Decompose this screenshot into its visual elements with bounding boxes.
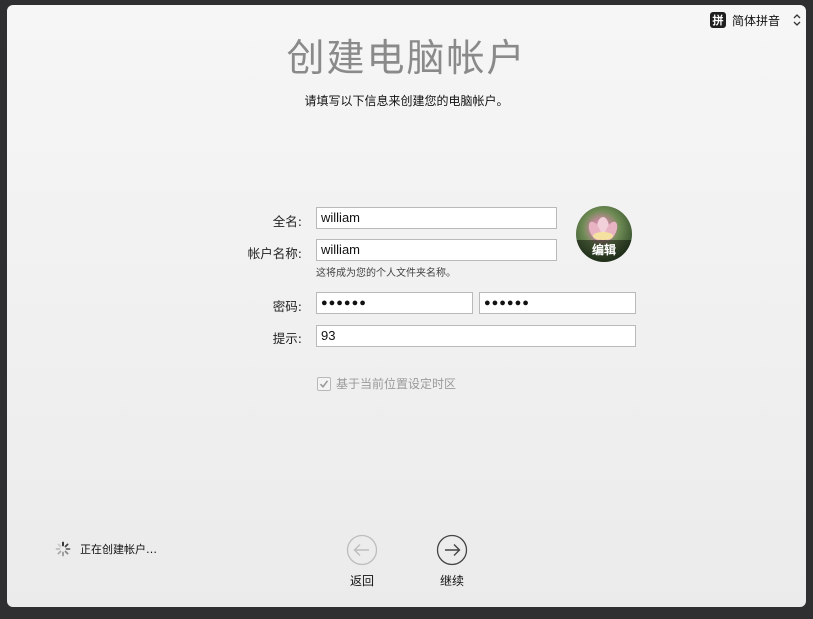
password-label: 密码: — [272, 299, 302, 314]
password-hint-label: 提示: — [272, 331, 302, 346]
timezone-checkbox-label: 基于当前位置设定时区 — [336, 377, 457, 391]
avatar-edit-button[interactable]: 编辑 — [576, 240, 632, 262]
back-label: 返回 — [349, 574, 374, 588]
status-indicator: 正在创建帐户… — [55, 541, 157, 557]
input-method-label: 简体拼音 — [731, 13, 780, 28]
arrow-left-icon — [346, 534, 378, 566]
avatar[interactable]: 编辑 — [576, 206, 632, 262]
setup-window: 拼 简体拼音 创建电脑帐户 请填写以下信息来创建您的电脑帐户。 全名: will… — [7, 5, 806, 607]
account-name-field[interactable]: william — [316, 239, 557, 261]
back-button[interactable]: 返回 — [342, 534, 382, 589]
timezone-checkbox-row[interactable]: 基于当前位置设定时区 — [317, 375, 456, 392]
fullname-label: 全名: — [272, 214, 302, 229]
pinyin-icon: 拼 — [709, 12, 726, 28]
account-name-hint: 这将成为您的个人文件夹名称。 — [316, 268, 456, 279]
page-title: 创建电脑帐户 — [286, 36, 527, 80]
arrow-right-icon — [436, 534, 468, 566]
verify-password-field[interactable]: ●●●●●● — [479, 292, 636, 314]
fullname-field[interactable]: william — [316, 207, 557, 229]
continue-label: 继续 — [439, 574, 464, 588]
timezone-checkbox[interactable] — [317, 376, 331, 391]
account-name-label: 帐户名称: — [247, 246, 302, 261]
password-hint-field[interactable]: 93 — [316, 325, 636, 347]
password-field[interactable]: ●●●●●● — [316, 292, 473, 314]
spinner-icon — [55, 541, 71, 557]
continue-button[interactable]: 继续 — [432, 534, 472, 589]
chevron-updown-icon — [793, 14, 801, 26]
status-text: 正在创建帐户… — [80, 543, 157, 556]
checkmark-icon — [319, 379, 329, 388]
page-subtitle: 请填写以下信息来创建您的电脑帐户。 — [304, 94, 509, 108]
